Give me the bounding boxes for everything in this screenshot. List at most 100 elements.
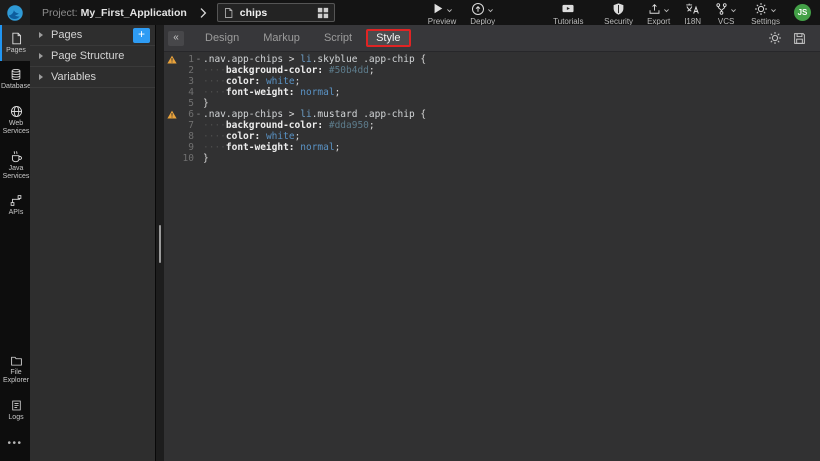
- topbar-action-export[interactable]: Export: [640, 0, 677, 26]
- panel-section-variables[interactable]: Variables: [30, 67, 155, 88]
- collapse-panel-button[interactable]: «: [168, 31, 184, 46]
- tab-script[interactable]: Script: [314, 29, 362, 47]
- line-number: 1: [179, 54, 194, 65]
- code-line-5[interactable]: 5}: [164, 98, 820, 109]
- add-page-button[interactable]: +: [133, 28, 150, 43]
- line-number: 2: [179, 65, 194, 76]
- rail-item-logs[interactable]: Logs: [0, 392, 30, 428]
- line-number: 5: [179, 98, 194, 109]
- warning-icon: [164, 55, 179, 64]
- panel-resize-divider[interactable]: [156, 25, 164, 461]
- code-text: .nav.app-chips > li.mustard .app-chip {: [203, 109, 426, 120]
- page-selector[interactable]: chips: [217, 3, 335, 22]
- chevron-right-icon: [39, 53, 43, 59]
- topbar-action-deploy[interactable]: Deploy: [463, 0, 502, 26]
- chevron-down-icon[interactable]: [770, 7, 777, 14]
- pages-panel: Pages+Page StructureVariables: [30, 25, 156, 461]
- line-number: 6: [179, 109, 194, 120]
- style-code-editor[interactable]: 1-.nav.app-chips > li.skyblue .app-chip …: [164, 52, 820, 461]
- code-text: }: [203, 153, 209, 164]
- code-text: .nav.app-chips > li.skyblue .app-chip {: [203, 54, 426, 65]
- code-text: ····font-weight: normal;: [203, 142, 340, 153]
- topbar-left-actions: PreviewDeploy Tutorials: [421, 0, 591, 26]
- vcs-icon: [715, 2, 728, 16]
- tab-markup[interactable]: Markup: [253, 29, 310, 47]
- code-text: ····font-weight: normal;: [203, 87, 340, 98]
- code-line-3[interactable]: 3····color: white;: [164, 76, 820, 87]
- topbar-action-security[interactable]: Security: [597, 0, 640, 26]
- tab-style[interactable]: Style: [366, 29, 410, 47]
- logs-icon: [11, 399, 22, 412]
- code-text: }: [203, 98, 209, 109]
- deploy-icon: [471, 2, 485, 16]
- code-line-4[interactable]: 4 ····font-weight: normal;: [164, 87, 820, 98]
- project-label: Project:: [42, 7, 78, 19]
- file-explorer-icon: [10, 355, 23, 367]
- tutorials-icon: [561, 2, 575, 15]
- resize-handle[interactable]: [159, 225, 161, 263]
- chevron-right-icon: [199, 7, 207, 19]
- code-line-2[interactable]: 2 ····background-color: #50b4dd;: [164, 65, 820, 76]
- rail-item-java-services[interactable]: Java Services: [0, 143, 30, 188]
- chevron-right-icon: [39, 74, 43, 80]
- security-icon: [612, 2, 625, 16]
- fold-marker[interactable]: -: [194, 54, 203, 65]
- code-line-10[interactable]: 10}: [164, 153, 820, 164]
- databases-icon: [10, 68, 22, 81]
- apis-icon: [10, 194, 22, 207]
- rail-more-button[interactable]: •••: [0, 428, 30, 461]
- code-line-6[interactable]: 6-.nav.app-chips > li.mustard .app-chip …: [164, 109, 820, 120]
- settings-icon: [754, 2, 768, 16]
- app-root: Project:My_First_Application chips Previ…: [0, 0, 820, 461]
- panel-section-page-structure[interactable]: Page Structure: [30, 46, 155, 67]
- java-services-icon: [10, 150, 23, 163]
- i18n-icon: [685, 2, 700, 15]
- breadcrumb-project: Project:My_First_Application: [42, 7, 187, 19]
- code-text: ····background-color: #dda950;: [203, 120, 375, 131]
- chevron-down-icon[interactable]: [663, 7, 670, 14]
- line-number: 7: [179, 120, 194, 131]
- topbar-right-actions: SecurityExportI18NVCSSettings: [597, 0, 787, 26]
- line-number: 4: [179, 87, 194, 98]
- line-number: 8: [179, 131, 194, 142]
- web-services-icon: [10, 105, 23, 118]
- current-page-name: chips: [240, 7, 311, 19]
- save-icon[interactable]: [793, 32, 806, 45]
- code-text: ····background-color: #50b4dd;: [203, 65, 375, 76]
- editor-column: « DesignMarkupScriptStyle 1-.nav.app-chi…: [164, 25, 820, 461]
- avatar[interactable]: JS: [794, 4, 811, 21]
- topbar-action-preview[interactable]: Preview: [421, 0, 463, 26]
- tab-design[interactable]: Design: [195, 29, 249, 47]
- chevron-down-icon[interactable]: [446, 7, 453, 14]
- code-line-9[interactable]: 9····font-weight: normal;: [164, 142, 820, 153]
- topbar-action-settings[interactable]: Settings: [744, 0, 787, 26]
- fold-marker[interactable]: -: [194, 109, 203, 120]
- code-line-7[interactable]: 7 ····background-color: #dda950;: [164, 120, 820, 131]
- panel-section-pages[interactable]: Pages+: [30, 25, 155, 46]
- chevron-down-icon[interactable]: [730, 7, 737, 14]
- rail-item-apis[interactable]: APIs: [0, 187, 30, 223]
- project-name: My_First_Application: [81, 7, 187, 19]
- preview-icon: [432, 2, 444, 15]
- rail-item-databases[interactable]: Databases: [0, 61, 30, 97]
- pages-icon: [10, 32, 23, 45]
- rail-item-file-explorer[interactable]: File Explorer: [0, 348, 30, 392]
- rail-item-web-services[interactable]: Web Services: [0, 98, 30, 143]
- app-logo-icon[interactable]: [0, 0, 30, 25]
- chevron-down-icon[interactable]: [487, 7, 494, 14]
- editor-tab-actions: [768, 31, 812, 45]
- topbar-action-vcs[interactable]: VCS: [708, 0, 744, 26]
- code-line-8[interactable]: 8····color: white;: [164, 131, 820, 142]
- editor-settings-gear-icon[interactable]: [768, 31, 782, 45]
- warning-icon: [164, 110, 179, 119]
- code-line-1[interactable]: 1-.nav.app-chips > li.skyblue .app-chip …: [164, 54, 820, 65]
- code-text: ····color: white;: [203, 76, 300, 87]
- grid-icon[interactable]: [317, 7, 329, 19]
- rail-item-pages[interactable]: Pages: [0, 25, 30, 61]
- main-area: PagesDatabasesWeb ServicesJava ServicesA…: [0, 25, 820, 461]
- editor-tabs: DesignMarkupScriptStyle: [193, 29, 413, 47]
- topbar-action-tutorials[interactable]: Tutorials: [546, 0, 590, 26]
- topbar-action-i18n[interactable]: I18N: [677, 0, 708, 26]
- export-icon: [648, 2, 661, 16]
- line-number: 10: [179, 153, 194, 164]
